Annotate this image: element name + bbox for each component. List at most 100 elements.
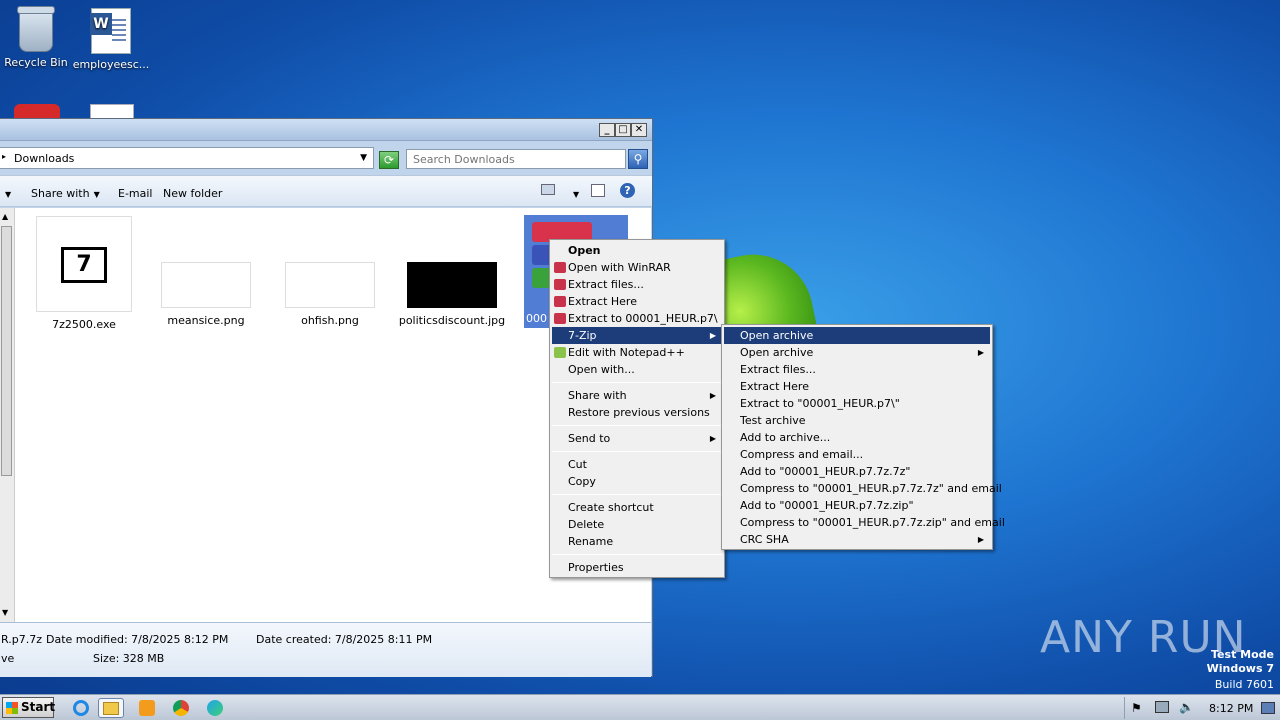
image-thumbnail [161, 262, 251, 308]
menu-item-delete[interactable]: Delete [552, 516, 722, 533]
speaker-icon[interactable]: 🔈 [1179, 700, 1194, 714]
new-folder-button[interactable]: New folder [163, 187, 222, 200]
menu-separator [552, 494, 722, 495]
desktop-icon-recycle-bin[interactable]: Recycle Bin [0, 6, 76, 69]
submenu-item-compress-email[interactable]: Compress and email... [724, 446, 990, 463]
menu-item-copy[interactable]: Copy [552, 473, 722, 490]
search-box[interactable] [406, 149, 626, 169]
menu-item-extract-here[interactable]: Extract Here [552, 293, 722, 310]
submenu-item-extract-here[interactable]: Extract Here [724, 378, 990, 395]
detail-date-modified: Date modified: 7/8/2025 8:12 PM [46, 633, 229, 646]
file-name: meansice.png [167, 314, 245, 327]
file-item[interactable]: 7 7z2500.exe [29, 216, 139, 331]
winrar-icon [554, 262, 566, 273]
close-button[interactable]: ✕ [631, 123, 647, 137]
chevron-right-icon: ▶ [977, 535, 984, 544]
submenu-item-compress-zip-email[interactable]: Compress to "00001_HEUR.p7.7z.zip" and e… [724, 514, 1005, 531]
address-location[interactable]: Downloads [14, 152, 74, 165]
menu-item-edit-notepadpp[interactable]: Edit with Notepad++ [552, 344, 722, 361]
address-bar[interactable]: ▸ Downloads ▼ [0, 147, 374, 169]
scroll-down-icon[interactable]: ▼ [2, 608, 8, 617]
menu-item-open[interactable]: Open [552, 242, 722, 259]
exe-file-icon: 7 [36, 216, 132, 312]
scrollbar-thumb[interactable] [1, 226, 12, 476]
maximize-button[interactable]: □ [615, 123, 631, 137]
menu-item-create-shortcut[interactable]: Create shortcut [552, 499, 722, 516]
vertical-scrollbar[interactable]: ▲ ▼ [0, 208, 15, 622]
desktop-icon-document[interactable]: employeesc... [71, 8, 151, 71]
menu-item-share-with[interactable]: Share with ▶ [552, 387, 722, 404]
menu-item-open-with[interactable]: Open with... [552, 361, 722, 378]
refresh-icon[interactable]: ⟳ [379, 151, 399, 169]
scroll-up-icon[interactable]: ▲ [2, 212, 8, 221]
submenu-item-crc-sha[interactable]: CRC SHA ▶ [724, 531, 990, 548]
detail-date-created: Date created: 7/8/2025 8:11 PM [256, 633, 433, 646]
menu-item-extract-files[interactable]: Extract files... [552, 276, 722, 293]
search-input[interactable] [407, 150, 625, 168]
file-name: 000 [526, 312, 547, 325]
clock[interactable]: 8:12 PM [1209, 702, 1253, 715]
menu-item-rename[interactable]: Rename [552, 533, 722, 550]
window-titlebar[interactable]: _ □ ✕ [0, 119, 652, 141]
desktop-icon-label: Recycle Bin [4, 56, 68, 69]
show-desktop-icon[interactable] [1261, 702, 1275, 714]
command-bar: ▼ Share with ▼ E-mail New folder ▼ ? [0, 175, 652, 207]
start-button[interactable]: Start [2, 697, 55, 718]
submenu-item-add-to-7z[interactable]: Add to "00001_HEUR.p7.7z.7z" [724, 463, 990, 480]
chevron-down-icon[interactable]: ▼ [1, 187, 11, 200]
word-document-icon [90, 8, 131, 54]
chrome-icon[interactable] [168, 698, 194, 718]
file-item[interactable]: ohfish.png [275, 262, 385, 327]
build-label: Build 7601 [1214, 678, 1274, 691]
flag-icon[interactable]: ⚑ [1131, 701, 1142, 715]
recycle-bin-icon [17, 6, 55, 52]
menu-item-7zip[interactable]: 7-Zip ▶ [552, 327, 722, 344]
media-player-icon[interactable] [134, 698, 160, 718]
preview-pane-icon[interactable] [591, 184, 605, 197]
submenu-item-extract-files[interactable]: Extract files... [724, 361, 990, 378]
explorer-taskbar-icon[interactable] [98, 698, 124, 718]
menu-item-extract-to[interactable]: Extract to 00001_HEUR.p7\ [552, 310, 722, 327]
network-icon[interactable] [1155, 701, 1169, 713]
image-thumbnail [407, 262, 497, 308]
file-item[interactable]: meansice.png [151, 262, 261, 327]
submenu-item-open-archive-as[interactable]: Open archive ▶ [724, 344, 990, 361]
submenu-item-compress-7z-email[interactable]: Compress to "00001_HEUR.p7.7z.7z" and em… [724, 480, 1002, 497]
file-item[interactable]: politicsdiscount.jpg [397, 262, 507, 327]
menu-item-cut[interactable]: Cut [552, 456, 722, 473]
desktop-icon-label: employeesc... [72, 58, 150, 71]
minimize-button[interactable]: _ [599, 123, 615, 137]
menu-item-open-with-winrar[interactable]: Open with WinRAR [552, 259, 722, 276]
edge-icon[interactable] [202, 698, 228, 718]
winrar-icon [554, 279, 566, 290]
chevron-right-icon: ▸ [2, 152, 7, 161]
chevron-down-icon[interactable]: ▼ [360, 153, 367, 163]
share-with-button[interactable]: Share with ▼ [31, 187, 100, 200]
menu-item-send-to[interactable]: Send to ▶ [552, 430, 722, 447]
help-icon[interactable]: ? [620, 183, 635, 198]
context-menu: Open Open with WinRAR Extract files... E… [549, 239, 725, 578]
file-name: politicsdiscount.jpg [398, 314, 506, 327]
submenu-7zip: Open archive Open archive ▶ Extract files… [721, 324, 1005, 550]
image-thumbnail [285, 262, 375, 308]
detail-type: ve [1, 652, 15, 665]
detail-size: Size: 328 MB [93, 652, 165, 665]
submenu-item-extract-to[interactable]: Extract to "00001_HEUR.p7\" [724, 395, 990, 412]
search-icon[interactable]: ⚲ [628, 149, 648, 169]
menu-separator [552, 382, 722, 383]
menu-item-properties[interactable]: Properties [552, 559, 722, 576]
details-pane: R.p7.7z Date modified: 7/8/2025 8:12 PM … [0, 622, 651, 677]
chevron-right-icon: ▶ [977, 348, 984, 357]
submenu-item-open-archive[interactable]: Open archive [724, 327, 990, 344]
internet-explorer-icon[interactable] [68, 698, 94, 718]
system-tray: ⚑ 🔈 8:12 PM [1124, 697, 1278, 719]
view-icon[interactable] [541, 184, 555, 195]
email-button[interactable]: E-mail [118, 187, 153, 200]
chevron-down-icon[interactable]: ▼ [569, 187, 579, 200]
menu-item-restore-versions[interactable]: Restore previous versions [552, 404, 722, 421]
submenu-item-test-archive[interactable]: Test archive [724, 412, 990, 429]
submenu-item-add-to-archive[interactable]: Add to archive... [724, 429, 990, 446]
chevron-right-icon: ▶ [709, 391, 716, 400]
file-name: 7z2500.exe [52, 318, 116, 331]
submenu-item-add-to-zip[interactable]: Add to "00001_HEUR.p7.7z.zip" [724, 497, 990, 514]
